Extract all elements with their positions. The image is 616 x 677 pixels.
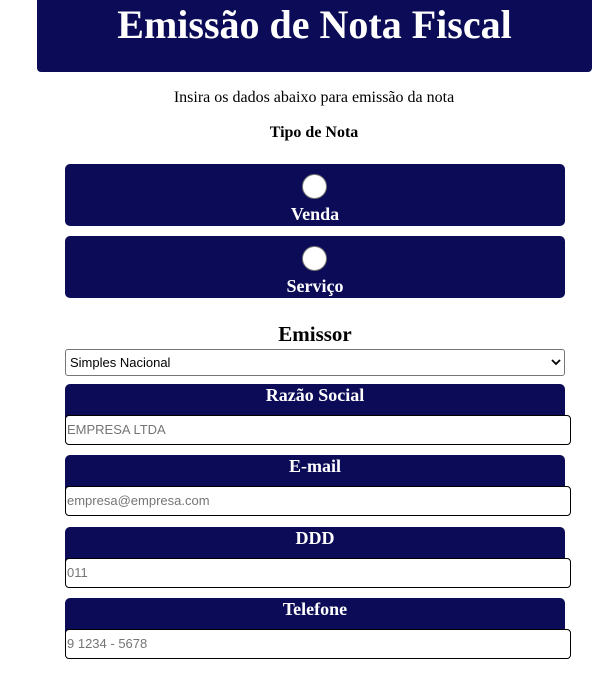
email-placeholder: empresa@empresa.com: [67, 493, 210, 508]
page-header: Emissão de Nota Fiscal: [37, 0, 592, 72]
ddd-input[interactable]: 011: [65, 558, 571, 588]
page-title: Emissão de Nota Fiscal: [117, 2, 512, 47]
razao-social-placeholder: EMPRESA LTDA: [67, 422, 166, 437]
radio-label-servico: Serviço: [286, 276, 344, 296]
field-label-ddd: DDD: [295, 528, 335, 548]
email-input[interactable]: empresa@empresa.com: [65, 486, 571, 516]
radio-venda[interactable]: [302, 174, 327, 199]
note-type-label: Tipo de Nota: [269, 124, 359, 141]
radio-servico[interactable]: [302, 246, 327, 271]
telefone-placeholder: 9 1234 - 5678: [67, 636, 148, 651]
field-label-telefone: Telefone: [282, 599, 348, 619]
razao-social-input[interactable]: EMPRESA LTDA: [65, 415, 571, 445]
emissor-title: Emissor: [278, 322, 352, 346]
field-label-email: E-mail: [289, 456, 341, 476]
note-type-option-servico[interactable]: Serviço: [65, 236, 565, 298]
instructions-text: Insira os dados abaixo para emissão da n…: [173, 89, 455, 106]
ddd-placeholder: 011: [67, 565, 88, 580]
chevron-down-icon: [551, 359, 561, 366]
emissor-select[interactable]: Simples Nacional: [65, 349, 565, 376]
telefone-input[interactable]: 9 1234 - 5678: [65, 629, 571, 659]
note-type-option-venda[interactable]: Venda: [65, 164, 565, 226]
emissor-selected-value: Simples Nacional: [70, 355, 171, 370]
field-label-razao-social: Razão Social: [265, 385, 365, 405]
radio-label-venda: Venda: [290, 204, 340, 224]
